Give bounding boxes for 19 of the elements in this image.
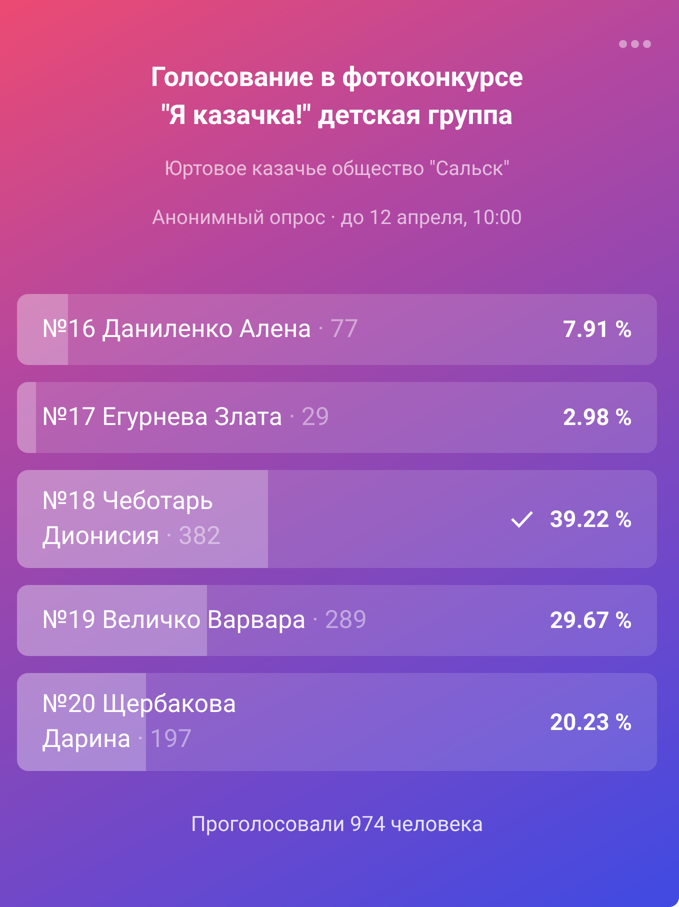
vote-percent: 39.22 % [550, 506, 632, 532]
vote-percent: 2.98 % [563, 404, 632, 431]
poll-option[interactable]: №17 Егурнева Злата · 29 2.98 % [17, 382, 657, 453]
poll-info: Анонимный опрос · до 12 апреля, 10:00 [150, 205, 524, 229]
poll-option[interactable]: №16 Даниленко Алена · 77 7.91 % [17, 294, 657, 365]
poll-option[interactable]: №19 Величко Варвара · 289 29.67 % [17, 585, 657, 656]
option-label: №19 Величко Варвара · 289 [42, 605, 367, 637]
option-label: №16 Даниленко Алена · 77 [42, 314, 358, 346]
poll-author: Юртовое казачье общество "Сальск" [163, 156, 511, 180]
checkmark-icon [510, 510, 534, 528]
total-voters: Проголосовали 974 человека [190, 813, 484, 837]
poll-title: Голосование в фотоконкурсе "Я казачка!" детская группа [150, 60, 524, 133]
option-label: №20 Щербакова Дарина · 197 [42, 689, 236, 756]
vote-percent: 20.23 % [550, 708, 632, 736]
vote-percent: 7.91 % [563, 316, 632, 343]
option-label: №17 Егурнева Злата · 29 [42, 402, 330, 434]
vote-percent: 29.67 % [550, 607, 632, 634]
poll-option[interactable]: №20 Щербакова Дарина · 197 20.23 % [17, 673, 657, 771]
more-options-icon[interactable] [619, 40, 651, 48]
